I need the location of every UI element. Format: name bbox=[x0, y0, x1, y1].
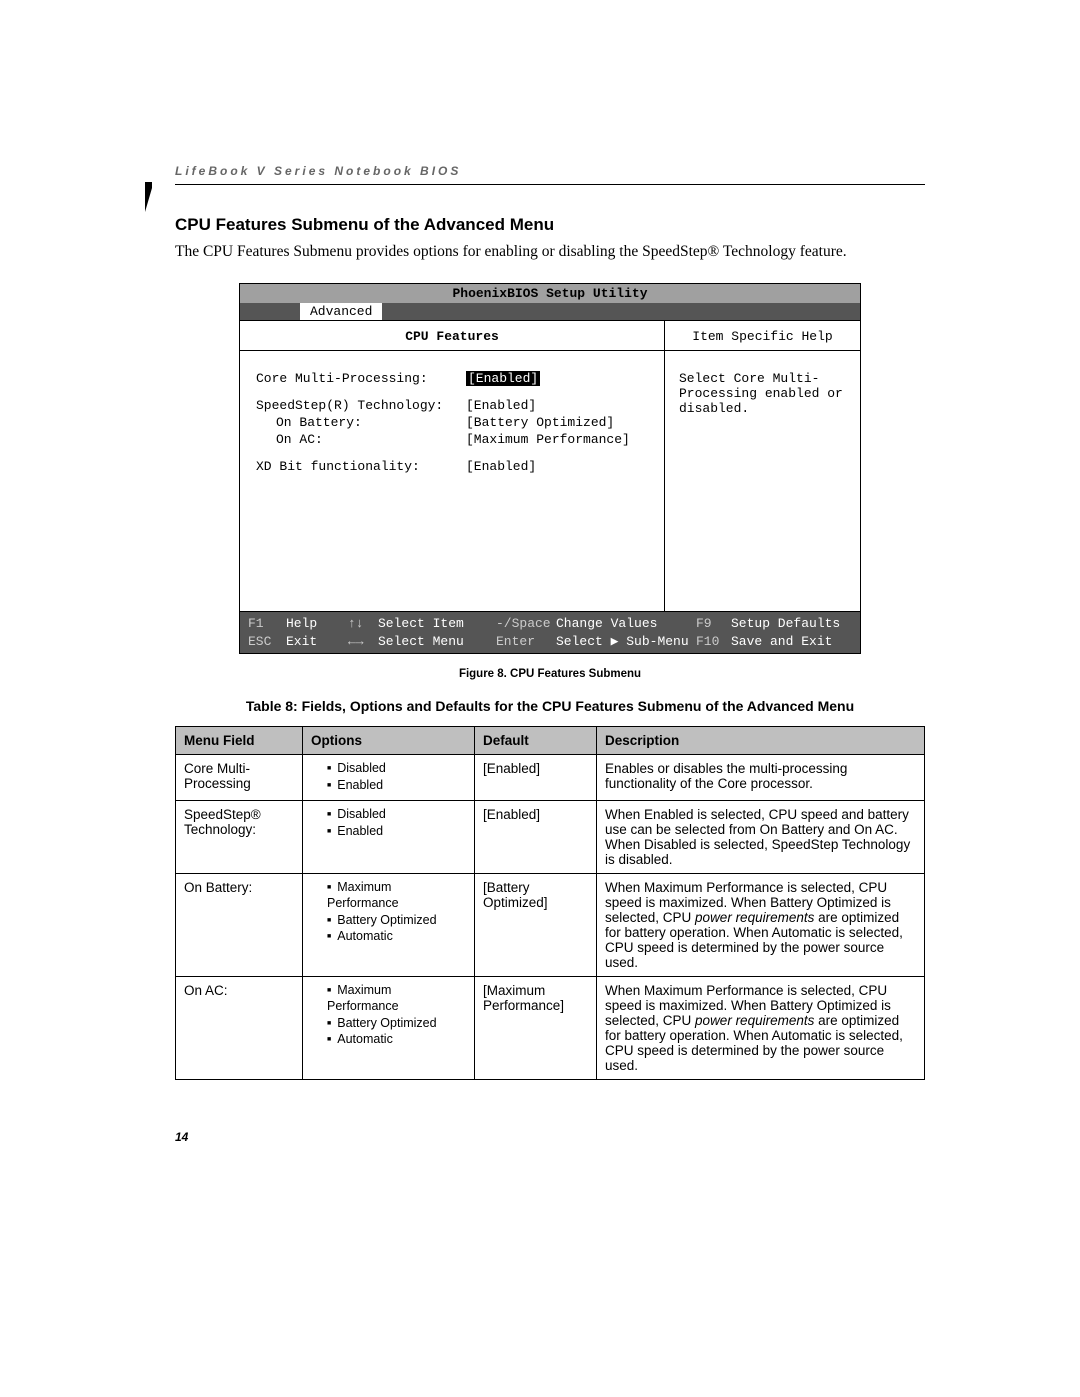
bios-tab-bar: Advanced bbox=[240, 303, 860, 320]
key-select-menu: Select Menu bbox=[378, 633, 496, 651]
cell-description: When Enabled is selected, CPU speed and … bbox=[597, 801, 925, 874]
cell-field: SpeedStep® Technology: bbox=[176, 801, 303, 874]
setting-label: SpeedStep(R) Technology: bbox=[256, 398, 466, 413]
page-header-area: LifeBook V Series Notebook BIOS bbox=[175, 164, 925, 185]
key-f9: F9 bbox=[696, 615, 731, 633]
cell-field: Core Multi-Processing bbox=[176, 755, 303, 801]
setting-label: Core Multi-Processing: bbox=[256, 371, 466, 386]
cell-description: When Maximum Performance is selected, CP… bbox=[597, 874, 925, 977]
cell-default: [Enabled] bbox=[475, 801, 597, 874]
bios-help-body: Select Core Multi-Processing enabled or … bbox=[665, 351, 860, 611]
arrows-vertical-icon: ↑↓ bbox=[348, 615, 378, 633]
bios-body: CPU Features Core Multi-Processing: [Ena… bbox=[240, 320, 860, 612]
key-select-item: Select Item bbox=[378, 615, 496, 633]
key-enter: Enter bbox=[496, 633, 556, 651]
option-item: Enabled bbox=[327, 824, 466, 840]
header-rule bbox=[175, 184, 925, 185]
option-item: Automatic bbox=[327, 1032, 466, 1048]
bios-help-pane: Item Specific Help Select Core Multi-Pro… bbox=[665, 321, 860, 611]
key-f1: F1 bbox=[248, 615, 286, 633]
bios-footer-row-2: ESC Exit ←→ Select Menu Enter Select ▶ S… bbox=[248, 633, 852, 651]
setting-label: XD Bit functionality: bbox=[256, 459, 466, 474]
intro-paragraph: The CPU Features Submenu provides option… bbox=[175, 243, 925, 261]
page-container: LifeBook V Series Notebook BIOS CPU Feat… bbox=[0, 0, 1080, 1184]
col-options: Options bbox=[303, 727, 475, 755]
cell-field: On Battery: bbox=[176, 874, 303, 977]
setting-value-selected: [Enabled] bbox=[466, 371, 540, 386]
cell-options: Maximum Performance Battery Optimized Au… bbox=[303, 977, 475, 1080]
cell-default: [Enabled] bbox=[475, 755, 597, 801]
setting-speedstep[interactable]: SpeedStep(R) Technology: [Enabled] bbox=[256, 398, 648, 413]
header-product-line: LifeBook V Series Notebook BIOS bbox=[175, 164, 925, 178]
bios-screenshot: PhoenixBIOS Setup Utility Advanced CPU F… bbox=[239, 283, 861, 654]
page-number: 14 bbox=[175, 1130, 925, 1144]
setting-label: On AC: bbox=[256, 432, 466, 447]
setting-value: [Maximum Performance] bbox=[466, 432, 630, 447]
setting-label: On Battery: bbox=[256, 415, 466, 430]
figure-caption: Figure 8. CPU Features Submenu bbox=[175, 668, 925, 680]
cell-description: When Maximum Performance is selected, CP… bbox=[597, 977, 925, 1080]
cell-options: Disabled Enabled bbox=[303, 801, 475, 874]
tab-advanced[interactable]: Advanced bbox=[300, 303, 382, 320]
setting-core-multi-processing[interactable]: Core Multi-Processing: [Enabled] bbox=[256, 371, 648, 386]
setting-on-ac[interactable]: On AC: [Maximum Performance] bbox=[256, 432, 648, 447]
key-f1-label: Help bbox=[286, 615, 348, 633]
setting-value: [Battery Optimized] bbox=[466, 415, 614, 430]
option-item: Battery Optimized bbox=[327, 913, 466, 929]
arrows-horizontal-icon: ←→ bbox=[348, 633, 378, 651]
option-item: Enabled bbox=[327, 778, 466, 794]
key-space: -/Space bbox=[496, 615, 556, 633]
table-caption: Table 8: Fields, Options and Defaults fo… bbox=[175, 698, 925, 714]
table-row: On AC: Maximum Performance Battery Optim… bbox=[176, 977, 925, 1080]
setting-xd-bit[interactable]: XD Bit functionality: [Enabled] bbox=[256, 459, 648, 474]
option-item: Disabled bbox=[327, 807, 466, 823]
option-item: Maximum Performance bbox=[327, 880, 466, 911]
spec-table: Menu Field Options Default Description C… bbox=[175, 726, 925, 1080]
table-header-row: Menu Field Options Default Description bbox=[176, 727, 925, 755]
col-description: Description bbox=[597, 727, 925, 755]
key-f10: F10 bbox=[696, 633, 731, 651]
key-submenu: Select ▶ Sub-Menu bbox=[556, 633, 696, 651]
key-f9-label: Setup Defaults bbox=[731, 615, 852, 633]
option-item: Battery Optimized bbox=[327, 1016, 466, 1032]
col-menu-field: Menu Field bbox=[176, 727, 303, 755]
setting-value: [Enabled] bbox=[466, 398, 536, 413]
cell-options: Maximum Performance Battery Optimized Au… bbox=[303, 874, 475, 977]
bios-left-pane: CPU Features Core Multi-Processing: [Ena… bbox=[240, 321, 665, 611]
key-change-values: Change Values bbox=[556, 615, 696, 633]
option-item: Disabled bbox=[327, 761, 466, 777]
key-esc-label: Exit bbox=[286, 633, 348, 651]
cell-options: Disabled Enabled bbox=[303, 755, 475, 801]
cell-default: [Battery Optimized] bbox=[475, 874, 597, 977]
option-item: Maximum Performance bbox=[327, 983, 466, 1014]
bios-help-title: Item Specific Help bbox=[665, 321, 860, 351]
header-arrow-icon bbox=[145, 182, 152, 212]
bios-key-footer: F1 Help ↑↓ Select Item -/Space Change Va… bbox=[240, 612, 860, 653]
bios-footer-row-1: F1 Help ↑↓ Select Item -/Space Change Va… bbox=[248, 615, 852, 633]
bios-submenu-title: CPU Features bbox=[240, 321, 664, 351]
cell-field: On AC: bbox=[176, 977, 303, 1080]
key-esc: ESC bbox=[248, 633, 286, 651]
cell-default: [Maximum Performance] bbox=[475, 977, 597, 1080]
bios-utility-title: PhoenixBIOS Setup Utility bbox=[240, 284, 860, 303]
cell-description: Enables or disables the multi-processing… bbox=[597, 755, 925, 801]
option-item: Automatic bbox=[327, 929, 466, 945]
col-default: Default bbox=[475, 727, 597, 755]
bios-settings-list: Core Multi-Processing: [Enabled] SpeedSt… bbox=[240, 351, 664, 611]
bios-tab-spacer bbox=[240, 303, 300, 320]
table-row: On Battery: Maximum Performance Battery … bbox=[176, 874, 925, 977]
table-row: Core Multi-Processing Disabled Enabled [… bbox=[176, 755, 925, 801]
key-f10-label: Save and Exit bbox=[731, 633, 852, 651]
table-row: SpeedStep® Technology: Disabled Enabled … bbox=[176, 801, 925, 874]
setting-value: [Enabled] bbox=[466, 459, 536, 474]
setting-on-battery[interactable]: On Battery: [Battery Optimized] bbox=[256, 415, 648, 430]
section-title: CPU Features Submenu of the Advanced Men… bbox=[175, 215, 925, 235]
